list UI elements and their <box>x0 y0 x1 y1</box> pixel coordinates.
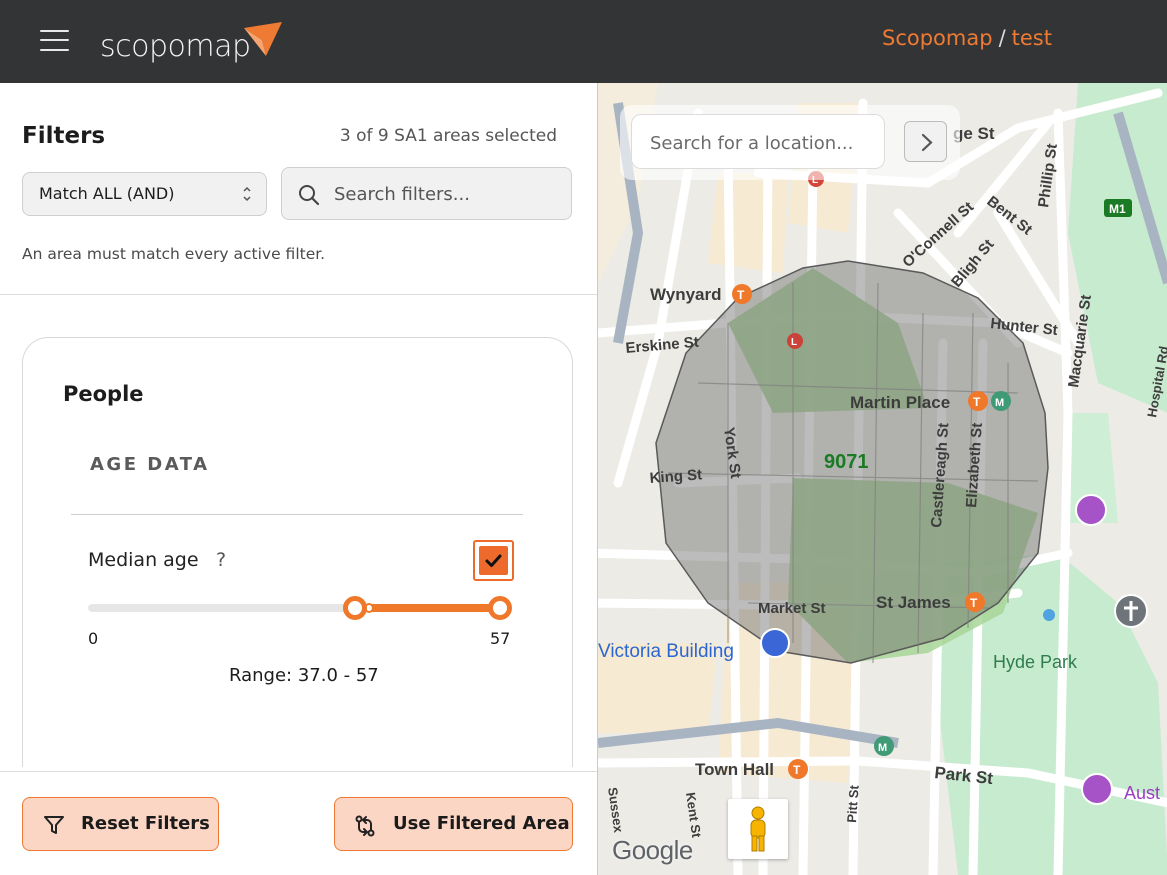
slider-max-handle[interactable] <box>488 596 512 620</box>
location-search-input[interactable] <box>650 131 870 155</box>
range-readout: Range: 37.0 - 57 <box>229 665 379 686</box>
match-mode-select[interactable]: Match ALL (AND) <box>22 172 267 216</box>
breadcrumb-root[interactable]: Scopomap <box>882 26 993 50</box>
select-arrows-icon <box>243 186 251 202</box>
filter-panel: Filters 3 of 9 SA1 areas selected Match … <box>0 83 597 875</box>
map-label-market: Market St <box>758 600 826 617</box>
map-label-victoria: Victoria Building <box>598 641 734 662</box>
street-view-pegman-icon[interactable] <box>728 799 788 859</box>
card-title: People <box>63 382 144 406</box>
slider-min-handle[interactable] <box>343 596 368 620</box>
shopping-icon <box>760 628 790 658</box>
hamburger-menu-icon[interactable] <box>40 28 70 52</box>
search-icon <box>299 185 320 206</box>
svg-text:T: T <box>737 288 745 302</box>
metric-enable-checkbox[interactable] <box>473 540 514 581</box>
breadcrumb: Scopomap / test <box>882 26 1052 50</box>
people-card: People AGE DATA Median age ? 0 57 Range: <box>22 337 573 767</box>
divider <box>0 294 597 295</box>
svg-text:T: T <box>793 763 801 777</box>
location-search-box[interactable] <box>631 114 885 169</box>
use-filtered-area-button[interactable]: Use Filtered Area <box>334 797 573 851</box>
filters-title: Filters <box>22 123 106 149</box>
google-attribution: Google <box>612 835 693 865</box>
filter-search-box[interactable] <box>281 167 572 220</box>
m1-label: M1 <box>1109 202 1126 216</box>
match-hint: An area must match every active filter. <box>22 245 326 263</box>
svg-text:M: M <box>995 397 1004 409</box>
search-go-button[interactable] <box>904 121 947 162</box>
svg-text:L: L <box>791 337 797 348</box>
slider-max-label: 57 <box>490 629 511 648</box>
filter-search-input[interactable] <box>334 182 554 206</box>
svg-text:M: M <box>878 742 887 754</box>
svg-text:T: T <box>970 596 978 610</box>
map-view[interactable]: ge St Wynyard Erskine St Martin Place Ki… <box>597 83 1167 875</box>
selection-status: 3 of 9 SA1 areas selected <box>339 126 557 146</box>
footer-divider <box>0 771 597 772</box>
church-icon <box>1114 594 1148 628</box>
age-range-slider[interactable] <box>88 596 512 620</box>
map-label-martin-place: Martin Place <box>850 393 950 412</box>
map-canvas[interactable]: ge St Wynyard Erskine St Martin Place Ki… <box>598 83 1167 875</box>
swap-icon <box>355 815 375 837</box>
map-label-hyde-park: Hyde Park <box>993 652 1078 672</box>
brand-name: scopomap <box>100 29 251 64</box>
match-mode-value: Match ALL (AND) <box>39 184 175 203</box>
slider-range-fill <box>355 604 500 612</box>
section-label: AGE DATA <box>90 454 210 475</box>
brand-arrow-icon <box>244 22 282 56</box>
reset-filters-button[interactable]: Reset Filters <box>22 797 219 851</box>
map-label-st-james: St James <box>876 593 951 612</box>
slider-min-label: 0 <box>88 629 99 648</box>
map-area-label: 9071 <box>824 451 869 473</box>
svg-text:T: T <box>973 395 981 409</box>
help-icon[interactable]: ? <box>216 549 226 571</box>
section-divider <box>71 514 523 515</box>
map-label-town-hall: Town Hall <box>695 760 774 779</box>
breadcrumb-separator: / <box>998 26 1006 50</box>
chevron-right-icon <box>921 133 933 152</box>
metric-label: Median age <box>88 549 199 571</box>
map-label-aust: Aust <box>1124 783 1160 803</box>
reset-filters-label: Reset Filters <box>81 813 210 834</box>
map-label-pitt: Pitt St <box>844 784 862 823</box>
use-filtered-area-label: Use Filtered Area <box>393 813 570 834</box>
breadcrumb-current[interactable]: test <box>1012 26 1052 50</box>
map-label-wynyard: Wynyard <box>650 285 722 304</box>
filter-icon <box>44 816 64 834</box>
top-bar: scopomap Scopomap / test <box>0 0 1167 83</box>
checkmark-icon <box>485 554 502 567</box>
